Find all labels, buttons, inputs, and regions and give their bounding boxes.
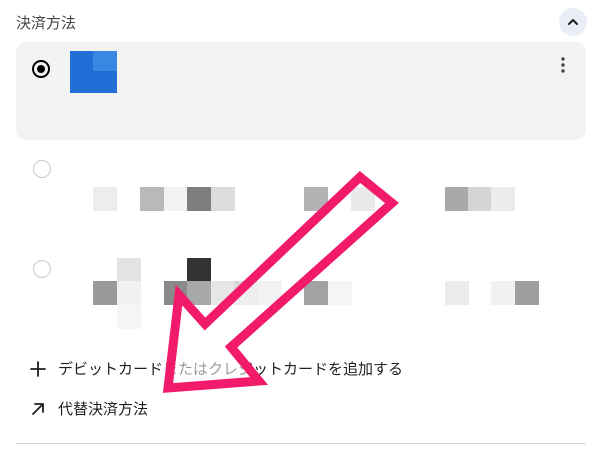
annotation-arrow	[162, 171, 399, 393]
